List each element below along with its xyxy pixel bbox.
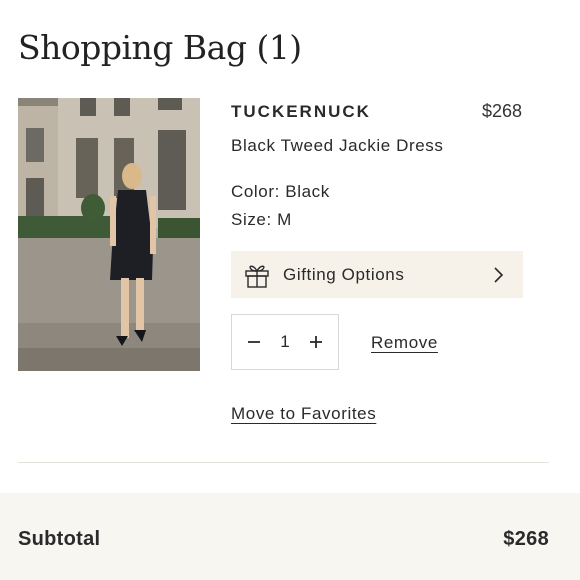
page-title: Shopping Bag (1) [18,28,302,67]
product-image[interactable] [18,98,200,371]
product-name[interactable]: Black Tweed Jackie Dress [231,136,444,156]
quantity-value: 1 [280,332,290,351]
divider [18,462,549,463]
subtotal-value: $268 [503,528,549,550]
product-price: $268 [481,101,522,121]
gifting-options-label: Gifting Options [283,264,405,284]
gifting-options-button[interactable]: Gifting Options [231,251,523,298]
plus-icon[interactable] [308,334,324,350]
chevron-right-icon [494,266,504,283]
product-brand: TUCKERNUCK [231,102,371,121]
remove-link[interactable]: Remove [371,333,438,353]
product-color: Color: Black [231,182,330,201]
move-to-favorites-link[interactable]: Move to Favorites [231,404,376,424]
product-size: Size: M [231,210,292,229]
subtotal-label: Subtotal [18,528,101,550]
gift-icon [245,265,269,288]
quantity-stepper: 1 [231,314,339,370]
minus-icon[interactable] [246,334,262,350]
